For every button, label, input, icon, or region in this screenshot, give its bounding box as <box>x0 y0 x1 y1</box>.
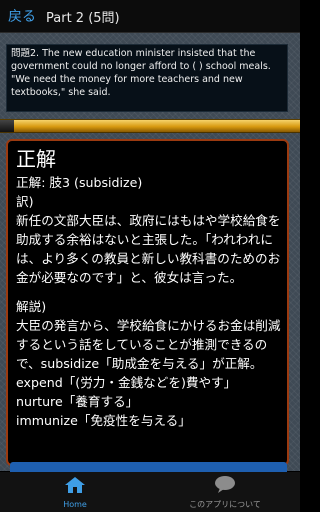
answer-heading: 正解 <box>16 147 56 171</box>
translation-label: 訳) <box>16 194 34 209</box>
next-button-edge[interactable] <box>10 462 287 472</box>
explanation-text: 大臣の発言から、学校給食にかけるお金は削減するという話をしていることが推測できる… <box>16 318 281 371</box>
screen-title: Part 2 (5問) <box>46 10 120 26</box>
explanation-label: 解説) <box>16 299 47 314</box>
question-text: 問題2. The new education minister insisted… <box>11 48 271 98</box>
action-bar: 戻る Part 2 (5問) <box>0 0 300 33</box>
vocab-item: nurture「養育する」 <box>16 394 139 409</box>
back-button[interactable]: 戻る <box>0 0 46 32</box>
vocab-item: immunize「免疫性を与える」 <box>16 413 191 428</box>
translation-text: 新任の文部大臣は、政府にはもはや学校給食を助成する余裕はないと主張した。「われわ… <box>16 213 281 285</box>
chat-bubble-icon <box>214 475 236 497</box>
nav-about[interactable]: このアプリについて <box>150 472 300 512</box>
divider-bar <box>0 119 300 133</box>
correct-answer: 正解: 肢3 (subsidize) <box>16 175 143 190</box>
nav-about-label: このアプリについて <box>189 499 261 509</box>
question-box: 問題2. The new education minister insisted… <box>6 44 288 112</box>
home-icon <box>64 476 86 498</box>
vocab-item: expend「(労力・金銭などを)費やす」 <box>16 375 237 390</box>
nav-home-label: Home <box>63 499 87 509</box>
bottom-nav: Home このアプリについて <box>0 472 300 512</box>
divider-cap <box>0 120 14 132</box>
answer-panel: 正解 正解: 肢3 (subsidize) 訳) 新任の文部大臣は、政府にはもは… <box>6 139 289 466</box>
nav-home[interactable]: Home <box>0 472 150 512</box>
